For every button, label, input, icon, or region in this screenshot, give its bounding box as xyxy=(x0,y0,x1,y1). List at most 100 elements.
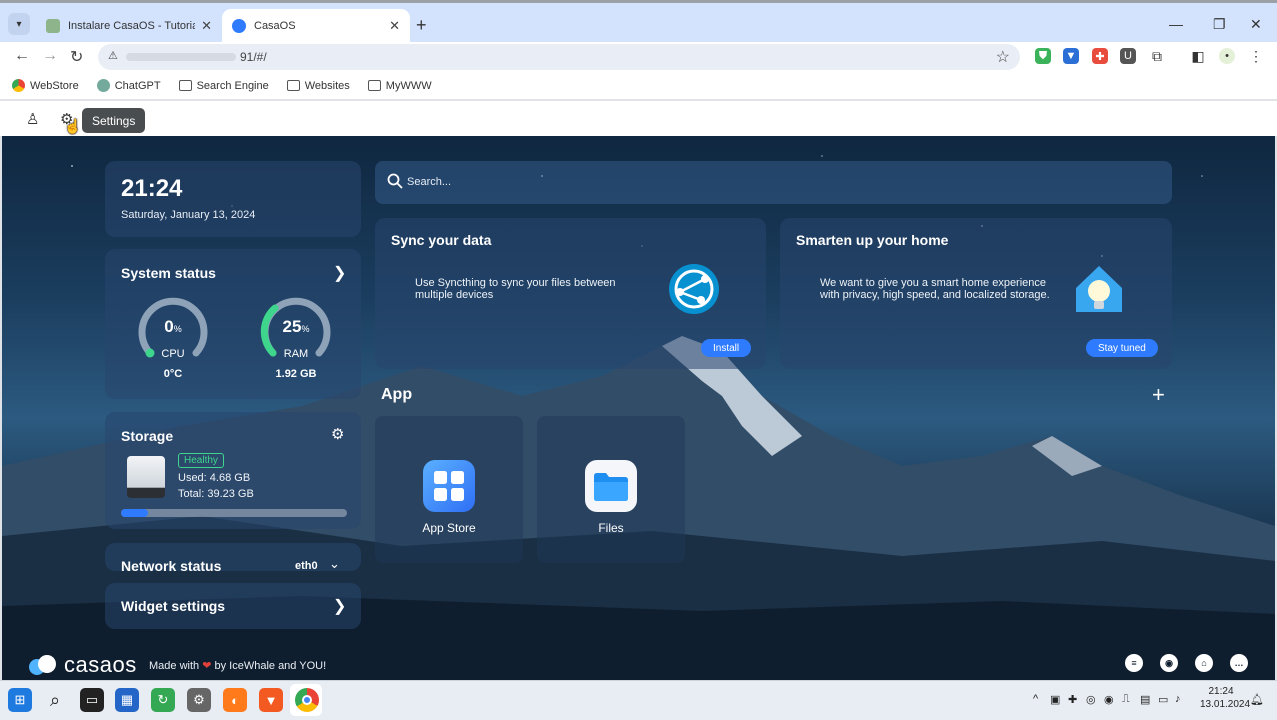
folder-icon xyxy=(178,80,192,91)
install-button[interactable]: Install xyxy=(701,339,752,357)
system-status-title: System status xyxy=(121,265,216,281)
shield-extension-icon[interactable]: ⛊ xyxy=(1035,48,1051,64)
store-icon[interactable]: ▦ xyxy=(115,688,139,712)
storage-usage-bar xyxy=(121,509,347,517)
tray-colors-icon[interactable]: ✚ xyxy=(1068,693,1077,706)
storage-widget: Storage ⚙ Healthy Used: 4.68 GB Total: 3… xyxy=(105,412,361,529)
chatgpt-icon xyxy=(96,79,110,92)
notification-bell-icon[interactable]: 🔔︎ xyxy=(1250,693,1264,706)
firefox-icon[interactable]: ◐ xyxy=(223,688,247,712)
stay-tuned-button[interactable]: Stay tuned xyxy=(1086,339,1158,357)
terminal-icon[interactable]: ▭ xyxy=(80,688,104,712)
app-name: App Store xyxy=(422,521,476,535)
forum-icon[interactable]: ≡ xyxy=(1125,654,1143,672)
casaos-dashboard: 21:24 Saturday, January 13, 2024 System … xyxy=(2,136,1275,680)
chat-icon[interactable]: … xyxy=(1230,654,1248,672)
bookmark-mywww[interactable]: MyWWW xyxy=(367,80,432,92)
grid-icon xyxy=(434,471,464,501)
folder-icon xyxy=(367,80,381,91)
gear-icon[interactable]: ⚙ xyxy=(331,425,344,443)
webstore-icon xyxy=(12,79,25,92)
color-extension-icon[interactable]: ✚ xyxy=(1092,48,1108,64)
cpu-label: CPU xyxy=(161,348,185,360)
discord-icon[interactable]: ◉ xyxy=(1160,654,1178,672)
tray-network-icon[interactable]: ▭ xyxy=(1158,693,1168,706)
app-section-heading: App xyxy=(381,386,413,403)
tray-vpn-icon[interactable]: ◉ xyxy=(1104,693,1114,706)
smart-home-bulb-icon xyxy=(1076,266,1122,312)
bookmark-star-icon[interactable]: ☆ xyxy=(996,47,1010,67)
vpn-extension-icon[interactable]: ▼ xyxy=(1063,48,1079,64)
clock-date: Saturday, January 13, 2024 xyxy=(121,209,256,221)
bookmark-websites[interactable]: Websites xyxy=(286,80,350,92)
new-tab-button[interactable]: + xyxy=(416,15,427,36)
chevron-right-icon[interactable]: ❯ xyxy=(333,263,346,283)
ram-unit: % xyxy=(301,324,310,334)
tab-search-button[interactable]: ▾ xyxy=(8,13,30,35)
storage-total: Total: 39.23 GB xyxy=(178,488,254,500)
ram-value: 25% xyxy=(266,317,326,337)
address-bar[interactable]: ⚠ 91/#/ ☆ xyxy=(98,44,1020,70)
storage-title: Storage xyxy=(121,428,174,444)
close-tab-icon[interactable]: ✕ xyxy=(201,18,212,34)
network-interface[interactable]: eth0 xyxy=(295,560,318,571)
chevron-down-icon[interactable]: ⌄ xyxy=(329,556,340,571)
tray-usb-icon[interactable]: ⎍ xyxy=(1122,693,1130,706)
sync-promo-title: Sync your data xyxy=(391,232,492,248)
tray-chrome-icon[interactable]: ◎ xyxy=(1086,693,1096,706)
close-window-button[interactable]: ✕ xyxy=(1250,16,1262,33)
settings-app-icon[interactable]: ⚙ xyxy=(187,688,211,712)
github-icon[interactable]: ⌂ xyxy=(1195,654,1213,672)
search-icon[interactable]: ⌕ xyxy=(43,688,67,712)
extensions-puzzle-icon[interactable]: ⧉ xyxy=(1149,48,1165,64)
taskbar-clock[interactable]: 21:24 13.01.2024 xyxy=(1200,685,1250,711)
by-text: by IceWhale and YOU! xyxy=(214,660,327,672)
bookmark-search-engine[interactable]: Search Engine xyxy=(178,80,269,92)
widget-settings-button[interactable]: Widget settings ❯ xyxy=(105,583,361,629)
tray-app-icon[interactable]: ▣ xyxy=(1050,693,1060,706)
u-extension-icon[interactable]: U xyxy=(1120,48,1136,64)
profile-avatar[interactable]: • xyxy=(1219,48,1235,64)
tab-casaos[interactable]: CasaOS ✕ xyxy=(222,9,410,43)
minimize-button[interactable]: — xyxy=(1169,16,1183,32)
search-bar[interactable]: Search... xyxy=(375,161,1172,204)
brave-icon[interactable]: ▼ xyxy=(259,688,283,712)
tab-instalare-casaos[interactable]: Instalare CasaOS - Tutoriale IT ... ✕ xyxy=(36,9,222,43)
windows-start-icon[interactable]: ⊞ xyxy=(8,688,32,712)
reload-button[interactable]: ↻ xyxy=(70,47,83,67)
browser-menu-icon[interactable]: ⋮ xyxy=(1248,48,1264,64)
tray-volume-icon[interactable]: ♪ xyxy=(1175,693,1181,705)
widget-settings-title: Widget settings xyxy=(121,598,226,614)
sync-app-icon[interactable]: ↻ xyxy=(151,688,175,712)
sync-promo-card: Sync your data Use Syncthing to sync you… xyxy=(375,218,766,369)
hand-cursor-icon: ☝ xyxy=(64,118,82,134)
network-status-widget: Network status eth0 ⌄ xyxy=(105,543,361,571)
bookmark-chatgpt[interactable]: ChatGPT xyxy=(96,79,161,92)
tray-folder-icon[interactable]: ▤ xyxy=(1140,693,1150,706)
back-button[interactable]: ← xyxy=(14,47,30,65)
app-tile-files[interactable]: Files xyxy=(537,416,685,563)
side-panel-icon[interactable]: ◧ xyxy=(1190,48,1206,64)
user-icon[interactable]: ♙ xyxy=(26,110,39,128)
storage-usage-fill xyxy=(121,509,149,517)
add-app-plus-icon[interactable]: + xyxy=(1152,382,1165,408)
app-tile-app-store[interactable]: App Store xyxy=(375,416,523,563)
search-placeholder: Search... xyxy=(407,176,452,188)
maximize-button[interactable]: ❐ xyxy=(1213,16,1226,33)
chevron-right-icon[interactable]: ❯ xyxy=(333,596,346,616)
clock-widget: 21:24 Saturday, January 13, 2024 xyxy=(105,161,361,237)
bookmarks-bar: WebStore ChatGPT Search Engine Websites … xyxy=(0,72,1277,100)
close-tab-icon[interactable]: ✕ xyxy=(389,18,400,34)
casaos-top-bar: ♙ ⚙ xyxy=(0,101,1277,136)
not-secure-icon[interactable]: ⚠ xyxy=(108,49,118,62)
chrome-icon[interactable] xyxy=(295,688,319,712)
blurred-url xyxy=(126,53,236,61)
taskbar-time: 21:24 xyxy=(1208,686,1234,697)
cpu-temperature: 0°C xyxy=(163,368,183,380)
casaos-favicon-icon xyxy=(232,19,246,33)
tray-chevron-icon[interactable]: ^ xyxy=(1033,693,1038,705)
files-icon xyxy=(585,460,637,512)
bookmark-webstore[interactable]: WebStore xyxy=(12,79,79,92)
app-name: Files xyxy=(598,521,624,535)
forward-button[interactable]: → xyxy=(42,47,58,65)
